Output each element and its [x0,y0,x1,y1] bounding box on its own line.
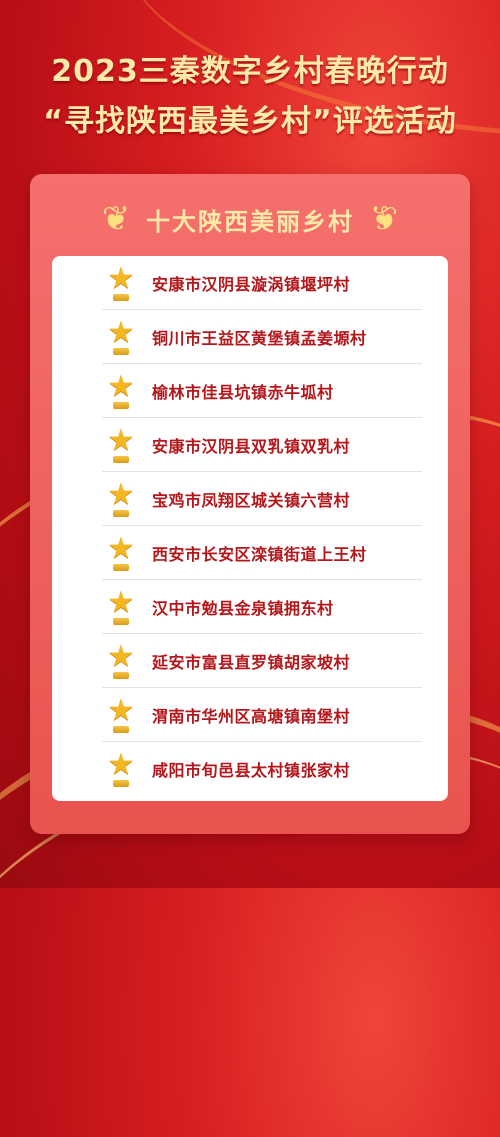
star-trophy-icon: ★ [104,587,138,627]
list-item: ★ 安康市汉阴县双乳镇双乳村 [52,418,448,472]
list-item: ★ 延安市富县直罗镇胡家坡村 [52,634,448,688]
star-trophy-icon: ★ [104,533,138,573]
list-item: ★ 安康市汉阴县漩涡镇堰坪村 [52,256,448,310]
list-item: ★ 汉中市勉县金泉镇拥东村 [52,580,448,634]
laurel-icon: ❦ [101,199,131,239]
star-trophy-icon: ★ [104,263,138,303]
village-list: ★ 安康市汉阴县漩涡镇堰坪村 ★ 铜川市王益区黄堡镇孟姜塬村 ★ 榆林市佳县坑镇… [52,256,448,801]
star-trophy-icon: ★ [104,371,138,411]
star-trophy-icon: ★ [104,425,138,465]
village-name: 榆林市佳县坑镇赤牛坬村 [152,383,334,402]
village-name: 安康市汉阴县漩涡镇堰坪村 [152,275,351,294]
village-name: 咸阳市旬邑县太村镇张家村 [152,761,351,780]
star-trophy-icon: ★ [104,695,138,735]
village-name: 宝鸡市凤翔区城关镇六营村 [152,491,351,510]
village-name: 铜川市王益区黄堡镇孟姜塬村 [152,329,367,348]
village-name: 渭南市华州区高塘镇南堡村 [152,707,351,726]
village-name: 汉中市勉县金泉镇拥东村 [152,599,334,618]
poster-header: 2023三秦数字乡村春晚行动 “寻找陕西最美乡村”评选活动 [0,50,500,144]
header-title-line-2: “寻找陕西最美乡村”评选活动 [43,104,457,139]
card-title: 十大陕西美丽乡村 [146,207,354,236]
laurel-icon: ❦ [369,199,399,239]
list-item: ★ 咸阳市旬邑县太村镇张家村 [52,742,448,796]
list-item: ★ 渭南市华州区高塘镇南堡村 [52,688,448,742]
list-item: ★ 榆林市佳县坑镇赤牛坬村 [52,364,448,418]
village-name: 安康市汉阴县双乳镇双乳村 [152,437,351,456]
star-trophy-icon: ★ [104,641,138,681]
village-name: 西安市长安区滦镇街道上王村 [152,545,367,564]
list-item: ★ 西安市长安区滦镇街道上王村 [52,526,448,580]
star-trophy-icon: ★ [104,317,138,357]
star-trophy-icon: ★ [104,479,138,519]
list-item: ★ 宝鸡市凤翔区城关镇六营村 [52,472,448,526]
header-title-line-1: 2023三秦数字乡村春晚行动 [51,54,449,89]
winners-card: ❦ 十大陕西美丽乡村 ❦ ★ 安康市汉阴县漩涡镇堰坪村 ★ 铜川市王益区黄堡镇孟… [30,174,470,834]
card-title-row: ❦ 十大陕西美丽乡村 ❦ [30,194,470,244]
village-name: 延安市富县直罗镇胡家坡村 [152,653,351,672]
list-item: ★ 铜川市王益区黄堡镇孟姜塬村 [52,310,448,364]
star-trophy-icon: ★ [104,749,138,789]
